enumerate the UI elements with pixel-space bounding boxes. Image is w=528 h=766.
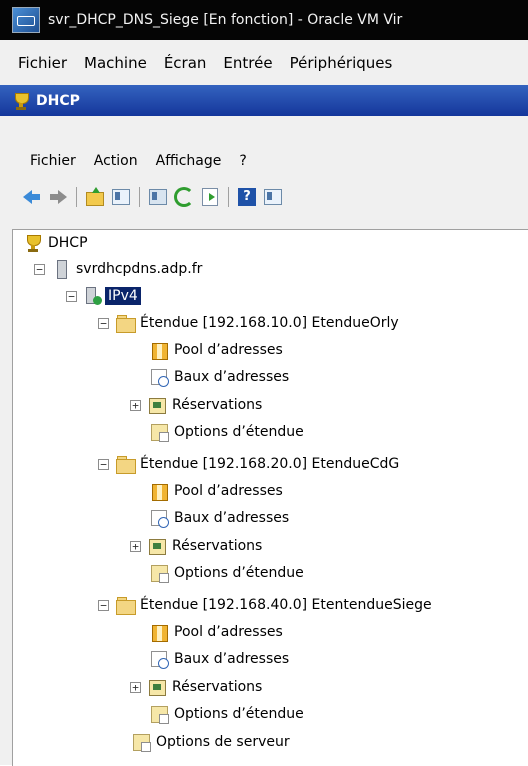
tree-label-dhcp: DHCP <box>48 235 88 251</box>
vbox-menu-machine[interactable]: Machine <box>84 54 147 72</box>
scope-options-icon <box>150 564 169 583</box>
collapse-icon[interactable]: − <box>34 263 45 275</box>
forward-arrow-icon[interactable] <box>48 187 68 207</box>
tree-label-reservations: Réservations <box>172 679 263 695</box>
tree-label-scope: Étendue [192.168.10.0] EtendueOrly <box>140 315 399 331</box>
mmc-menubar: Fichier Action Affichage ? <box>14 146 528 176</box>
mmc-menu-help[interactable]: ? <box>239 153 246 169</box>
tree-label-scope: Étendue [192.168.40.0] EtentendueSiege <box>140 597 432 613</box>
tree-label-pool: Pool d’adresses <box>174 342 283 358</box>
tree-node-scope-1[interactable]: − Étendue [192.168.10.0] EtendueOrly <box>98 310 399 336</box>
tree-label-server: svrdhcpdns.adp.fr <box>76 261 203 277</box>
folder-icon <box>116 314 136 333</box>
vbox-menu-ecran[interactable]: Écran <box>164 54 207 72</box>
address-leases-icon <box>150 650 169 669</box>
tree-node-dhcp-root[interactable]: DHCP <box>24 230 88 256</box>
scope-options-icon <box>150 705 169 724</box>
dhcp-window-title: DHCP <box>36 92 80 109</box>
scope-options-icon <box>150 423 169 442</box>
expand-icon[interactable]: + <box>130 399 141 411</box>
address-pool-icon <box>150 482 168 501</box>
collapse-icon[interactable]: − <box>66 290 77 302</box>
tree-node-leases[interactable]: Baux d’adresses <box>150 646 289 672</box>
tree-node-scope-options[interactable]: Options d’étendue <box>150 560 304 586</box>
tree-node-ipv4[interactable]: − IPv4 <box>66 283 141 309</box>
tree-node-pool[interactable]: Pool d’adresses <box>150 337 283 363</box>
ipv4-server-ok-icon <box>84 287 102 305</box>
tree-node-scope-options[interactable]: Options d’étendue <box>150 419 304 445</box>
tree-label-scope-options: Options d’étendue <box>174 424 304 440</box>
vbox-window-title: svr_DHCP_DNS_Siege [En fonction] - Oracl… <box>48 12 403 28</box>
properties-icon[interactable] <box>148 187 168 207</box>
tree-label-reservations: Réservations <box>172 538 263 554</box>
mmc-menu-action[interactable]: Action <box>94 153 138 169</box>
tree-node-reservations[interactable]: + Réservations <box>130 533 262 559</box>
tree-label-scope-options: Options d’étendue <box>174 706 304 722</box>
reservations-icon <box>148 396 166 414</box>
up-folder-icon[interactable] <box>85 186 105 207</box>
mmc-toolbar: ? <box>14 183 528 210</box>
show-hide-console-tree-icon[interactable] <box>111 187 131 207</box>
collapse-icon[interactable]: − <box>98 317 109 329</box>
tree-label-pool: Pool d’adresses <box>174 624 283 640</box>
address-pool-icon <box>150 623 168 642</box>
tree-label-leases: Baux d’adresses <box>174 510 290 526</box>
expand-icon[interactable]: + <box>130 540 141 552</box>
tree-node-scope-3[interactable]: − Étendue [192.168.40.0] EtentendueSiege <box>98 592 432 618</box>
vbox-menu-entree[interactable]: Entrée <box>223 54 272 72</box>
tree-node-leases[interactable]: Baux d’adresses <box>150 364 289 390</box>
collapse-icon[interactable]: − <box>98 599 109 611</box>
vbox-menu-fichier[interactable]: Fichier <box>18 54 67 72</box>
server-options-icon <box>132 733 151 752</box>
tree-node-scope-2[interactable]: − Étendue [192.168.20.0] EtendueCdG <box>98 451 399 477</box>
folder-icon <box>116 455 136 474</box>
vbox-menu-peripheriques[interactable]: Périphériques <box>290 54 393 72</box>
dhcp-trophy-icon <box>12 92 30 110</box>
tree-label-ipv4: IPv4 <box>105 287 141 305</box>
refresh-icon[interactable] <box>174 186 194 207</box>
toolbar-separator <box>76 186 77 207</box>
address-leases-icon <box>150 368 169 387</box>
dhcp-window-titlebar: DHCP <box>0 85 528 116</box>
export-list-icon[interactable] <box>200 187 220 207</box>
tree-label-pool: Pool d’adresses <box>174 483 283 499</box>
server-icon <box>52 260 70 279</box>
mmc-menu-affichage[interactable]: Affichage <box>156 153 222 169</box>
vbox-menubar: Fichier Machine Écran Entrée Périphériqu… <box>0 40 528 85</box>
tree-node-reservations[interactable]: + Réservations <box>130 392 262 418</box>
tree-node-leases[interactable]: Baux d’adresses <box>150 505 289 531</box>
tree-label-leases: Baux d’adresses <box>174 369 290 385</box>
dhcp-trophy-icon <box>24 234 42 252</box>
tree-label-reservations: Réservations <box>172 397 263 413</box>
tree-node-server-options[interactable]: Options de serveur <box>132 729 290 755</box>
tree-node-pool[interactable]: Pool d’adresses <box>150 478 283 504</box>
folder-icon <box>116 596 136 615</box>
toolbar-separator <box>228 186 229 207</box>
tree-node-server[interactable]: − svrdhcpdns.adp.fr <box>34 256 202 282</box>
tree-label-leases: Baux d’adresses <box>174 651 290 667</box>
collapse-icon[interactable]: − <box>98 458 109 470</box>
tree-node-pool[interactable]: Pool d’adresses <box>150 619 283 645</box>
tree-node-reservations[interactable]: + Réservations <box>130 674 262 700</box>
virtualbox-logo-icon <box>12 7 40 33</box>
address-pool-icon <box>150 341 168 360</box>
show-hide-action-pane-icon[interactable] <box>263 187 283 207</box>
expand-icon[interactable]: + <box>130 681 141 693</box>
toolbar-separator <box>139 186 140 207</box>
reservations-icon <box>148 537 166 555</box>
vbox-window-titlebar: svr_DHCP_DNS_Siege [En fonction] - Oracl… <box>0 0 528 40</box>
reservations-icon <box>148 678 166 696</box>
tree-node-scope-options[interactable]: Options d’étendue <box>150 701 304 727</box>
back-arrow-icon[interactable] <box>22 187 42 207</box>
tree-label-server-options: Options de serveur <box>156 734 290 750</box>
mmc-menu-fichier[interactable]: Fichier <box>30 153 76 169</box>
tree-label-scope: Étendue [192.168.20.0] EtendueCdG <box>140 456 400 472</box>
help-icon[interactable]: ? <box>237 187 257 207</box>
tree-label-scope-options: Options d’étendue <box>174 565 304 581</box>
address-leases-icon <box>150 509 169 528</box>
